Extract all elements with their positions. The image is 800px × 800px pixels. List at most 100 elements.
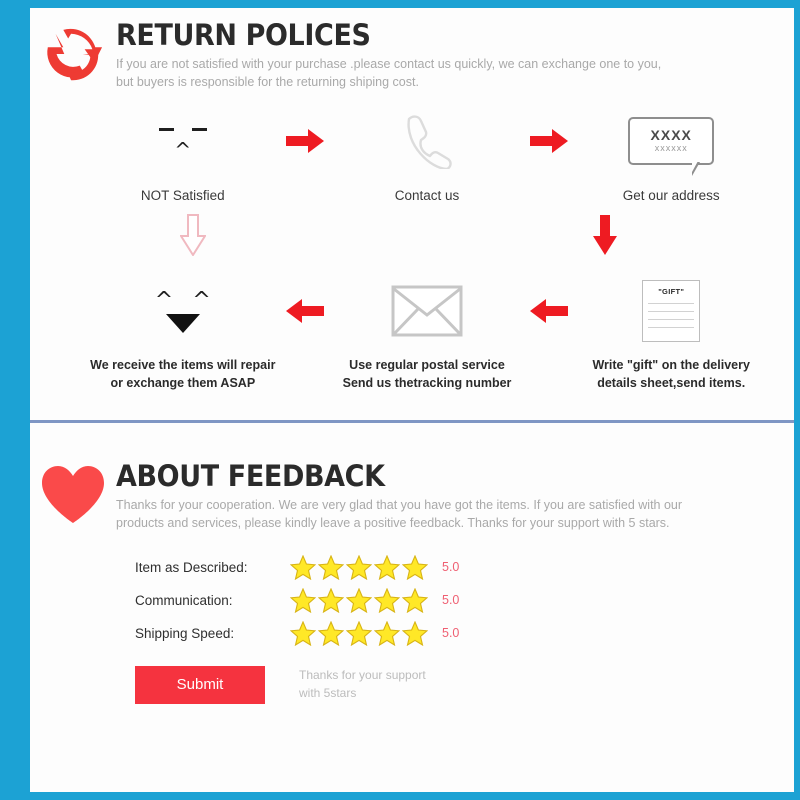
rating-score: 5.0 (442, 626, 460, 641)
return-policy-title: RETURN POLICES (116, 18, 371, 52)
return-policy-header: RETURN POLICES If you are not satisfied … (30, 20, 794, 92)
flow-step-1-label: NOT Satisfied (140, 187, 225, 203)
bubble-line-2: xxxxxx (654, 142, 688, 153)
star-rating-shipping-speed[interactable] (290, 620, 428, 646)
sad-eye-right-icon (191, 127, 207, 131)
star-icon[interactable] (346, 554, 372, 580)
submit-note: Thanks for your support with 5stars (299, 667, 426, 702)
flow-step-contact-us: Contact us (334, 110, 520, 206)
arrow-down-solid-icon (593, 214, 617, 255)
feedback-subtitle-line1: Thanks for your cooperation. We are very… (116, 498, 683, 513)
sad-eye-left-icon (158, 127, 174, 131)
flow-step-write-gift: "GIFT" Write "gift" on the delivery deta… (578, 279, 764, 392)
flow-step-5-line1: Use regular postal service (349, 357, 505, 372)
happy-mouth-icon (165, 313, 200, 333)
ratings-list: Item as Described: 5.0 Communication: 5.… (30, 551, 794, 650)
doc-rule (648, 302, 695, 304)
flow-step-receive-items: ^ ^ We receive the items will repair or … (90, 280, 276, 392)
gift-doc-title: "GIFT" (658, 286, 685, 296)
doc-rule (648, 318, 695, 320)
submit-note-line1: Thanks for your support (299, 668, 426, 683)
doc-rule (648, 326, 695, 328)
submit-note-line2: with 5stars (299, 685, 357, 700)
phone-icon (407, 115, 452, 169)
arrow-down-left-wrap (180, 213, 206, 256)
submit-button[interactable]: Submit (135, 665, 265, 704)
happy-face-icon: ^ ^ (151, 286, 215, 336)
arrow-left-icon (285, 298, 324, 323)
arrow-down-right-wrap (592, 214, 618, 256)
rating-score: 5.0 (442, 560, 460, 575)
star-rating-communication[interactable] (290, 587, 428, 613)
heart-icon (42, 465, 104, 523)
star-icon[interactable] (290, 587, 316, 613)
happy-face-art: ^ ^ (90, 280, 276, 342)
star-icon[interactable] (318, 620, 344, 646)
star-rating-item-as-described[interactable] (290, 554, 428, 580)
star-icon[interactable] (346, 620, 372, 646)
flow-step-get-address: XXXX xxxxxx Get our address (578, 110, 764, 206)
happy-eye-left-icon: ^ (154, 287, 174, 313)
star-icon[interactable] (318, 554, 344, 580)
page-content: RETURN POLICES If you are not satisfied … (30, 8, 794, 792)
return-policy-subtitle: If you are not satisfied with your purch… (116, 56, 776, 92)
flow-step-4-line2: or exchange them ASAP (110, 375, 256, 390)
sad-face-icon: ^ (151, 116, 215, 166)
return-policy-text: RETURN POLICES If you are not satisfied … (116, 20, 794, 92)
arrow-right-icon (285, 128, 324, 153)
star-icon[interactable] (402, 587, 428, 613)
star-icon[interactable] (290, 620, 316, 646)
flow-step-6-line2: details sheet,send items. (597, 375, 746, 390)
rating-row: Shipping Speed: 5.0 (135, 617, 794, 650)
flow-step-2-label: Contact us (394, 187, 460, 203)
star-icon[interactable] (374, 554, 400, 580)
rating-row: Communication: 5.0 (135, 584, 794, 617)
return-subtitle-line2: but buyers is responsible for the return… (116, 75, 419, 90)
return-subtitle-line1: If you are not satisfied with your purch… (116, 57, 662, 72)
arrow-right-icon (530, 128, 569, 153)
feedback-subtitle-line2: products and services, please kindly lea… (116, 515, 670, 530)
arrow-down-outline-icon (180, 213, 206, 256)
flow-step-4-line1: We receive the items will repair (90, 357, 276, 372)
flow-step-6-label: Write "gift" on the delivery details she… (578, 356, 764, 392)
feedback-subtitle: Thanks for your cooperation. We are very… (116, 497, 776, 533)
rating-label: Communication: (135, 592, 233, 608)
doc-rule (648, 310, 695, 312)
star-icon[interactable] (402, 620, 428, 646)
flow-row-2-wrap: ^ ^ We receive the items will repair or … (30, 279, 794, 392)
sad-face-art: ^ (90, 110, 276, 172)
gift-document-icon: "GIFT" (642, 279, 701, 342)
phone-art (334, 110, 520, 172)
flow-row-2: ^ ^ We receive the items will repair or … (90, 279, 764, 392)
star-icon[interactable] (346, 587, 372, 613)
envelope-art (334, 280, 520, 342)
feedback-section: ABOUT FEEDBACK Thanks for your cooperati… (30, 423, 794, 704)
flow-step-not-satisfied: ^ NOT Satisfied (90, 110, 276, 206)
submit-row: Submit Thanks for your support with 5sta… (30, 665, 794, 704)
mid-arrows-row (30, 213, 794, 276)
arrow-right-2-wrap (520, 110, 579, 172)
flow-row-1-wrap: ^ NOT Satisfied Contact us XXXX xxxxxx G… (30, 110, 794, 206)
star-icon[interactable] (318, 587, 344, 613)
return-icon-wrap (30, 20, 116, 86)
star-icon[interactable] (374, 587, 400, 613)
envelope-icon (391, 285, 463, 336)
bubble-line-1: XXXX (650, 127, 692, 144)
star-icon[interactable] (402, 554, 428, 580)
star-icon[interactable] (290, 554, 316, 580)
flow-step-3-label: Get our address (622, 187, 720, 203)
feedback-header: ABOUT FEEDBACK Thanks for your cooperati… (30, 460, 794, 533)
return-policy-section: RETURN POLICES If you are not satisfied … (30, 8, 794, 392)
star-icon[interactable] (374, 620, 400, 646)
return-arrows-icon (47, 28, 103, 81)
rating-score: 5.0 (442, 593, 460, 608)
rating-row: Item as Described: 5.0 (135, 551, 794, 584)
flow-step-5-label: Use regular postal service Send us thetr… (334, 356, 520, 392)
speech-bubble-icon: XXXX xxxxxx (628, 116, 715, 176)
arrow-left-2-wrap (520, 280, 579, 342)
arrow-right-1-wrap (276, 110, 335, 172)
feedback-text: ABOUT FEEDBACK Thanks for your cooperati… (116, 460, 794, 533)
arrow-left-1-wrap (276, 280, 335, 342)
flow-step-postal-service: Use regular postal service Send us thetr… (334, 280, 520, 392)
rating-label: Item as Described: (135, 559, 248, 575)
